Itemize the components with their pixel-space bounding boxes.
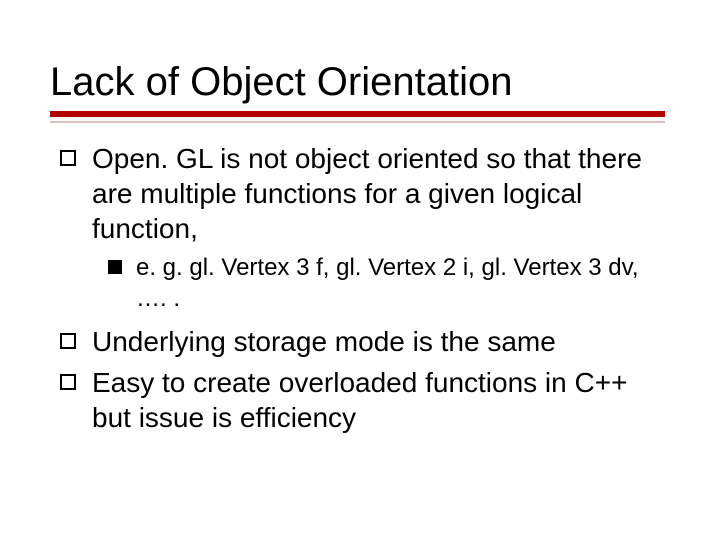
open-square-bullet-icon (60, 150, 76, 166)
open-square-bullet-icon (60, 333, 76, 349)
slide: Lack of Object Orientation Open. GL is n… (0, 0, 720, 540)
bullet-item: Underlying storage mode is the same (60, 324, 670, 359)
slide-title: Lack of Object Orientation (50, 60, 670, 105)
title-rule-shadow (50, 121, 665, 123)
bullet-item: e. g. gl. Vertex 3 f, gl. Vertex 2 i, gl… (108, 252, 670, 314)
bullet-text: e. g. gl. Vertex 3 f, gl. Vertex 2 i, gl… (136, 252, 670, 314)
bullet-item: Open. GL is not object oriented so that … (60, 141, 670, 246)
bullet-text: Easy to create overloaded functions in C… (92, 365, 670, 435)
solid-square-bullet-icon (108, 260, 122, 274)
bullet-text: Open. GL is not object oriented so that … (92, 141, 670, 246)
open-square-bullet-icon (60, 374, 76, 390)
bullet-text: Underlying storage mode is the same (92, 324, 670, 359)
title-rule (50, 111, 665, 117)
bullet-item: Easy to create overloaded functions in C… (60, 365, 670, 435)
